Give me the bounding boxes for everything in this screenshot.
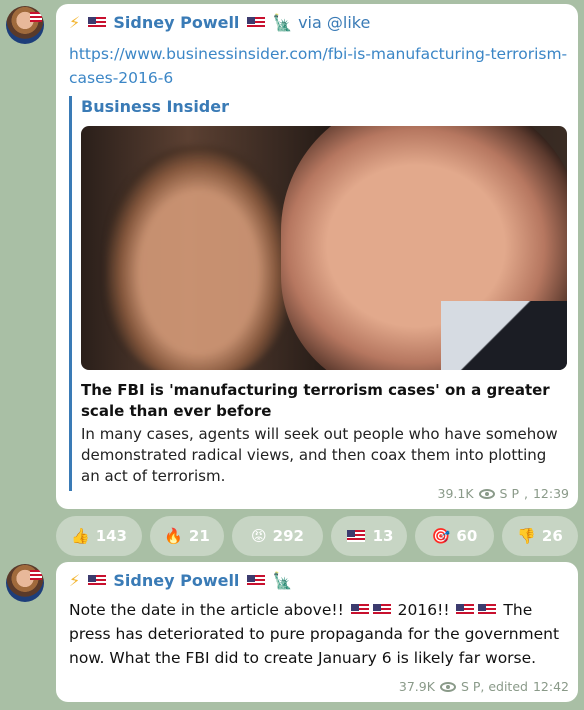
view-count: 39.1K: [437, 486, 474, 501]
preview-image[interactable]: [81, 126, 567, 370]
thumbs-down-icon: 👎: [517, 527, 536, 545]
reaction-target[interactable]: 🎯 60: [415, 516, 494, 556]
message-text-part: 2016!!: [397, 601, 450, 619]
message-meta: 37.9K S P, edited 12:42: [399, 679, 569, 694]
via-bot-link[interactable]: via @like: [298, 13, 370, 32]
message-meta: 39.1K S P, 12:39: [437, 486, 570, 501]
preview-site-name: Business Insider: [81, 97, 229, 116]
reaction-count: 13: [372, 527, 394, 545]
message-bubble: ⚡ Sidney Powell 🗽 via @like https://www.…: [56, 4, 578, 509]
bolt-icon: ⚡: [69, 571, 81, 590]
us-flag-icon: [478, 604, 497, 616]
us-flag-icon: [346, 530, 365, 542]
us-flag-icon: [247, 575, 265, 587]
author-signature: S P: [499, 486, 519, 501]
statue-of-liberty-icon: 🗽: [272, 571, 293, 590]
avatar[interactable]: [6, 6, 44, 44]
us-flag-icon: [87, 575, 106, 587]
reaction-count: 143: [95, 527, 127, 545]
reaction-count: 60: [456, 527, 478, 545]
view-count: 37.9K: [398, 679, 435, 694]
link-preview[interactable]: Business Insider The FBI is 'manufacturi…: [69, 96, 567, 491]
sender-line: ⚡ Sidney Powell 🗽 via @like: [69, 13, 370, 32]
author-signature: S P, edited: [460, 679, 528, 694]
reaction-us-flag[interactable]: 13: [331, 516, 407, 556]
sender-line: ⚡ Sidney Powell 🗽: [69, 571, 293, 590]
preview-description: In many cases, agents will seek out peop…: [81, 425, 558, 485]
reaction-thumbs-up[interactable]: 👍 143: [56, 516, 142, 556]
us-flag-icon: [87, 17, 106, 29]
bolt-icon: ⚡: [69, 13, 81, 32]
eye-icon: [478, 488, 495, 499]
thumbs-up-icon: 👍: [71, 527, 90, 545]
target-icon: 🎯: [431, 527, 451, 545]
message-text: Note the date in the article above!! 201…: [69, 598, 569, 670]
message-time: 12:39: [532, 486, 569, 501]
preview-image-person-left: [106, 146, 291, 370]
us-flag-icon: [247, 17, 265, 29]
sender-name[interactable]: Sidney Powell: [113, 13, 239, 32]
message-time: 12:42: [532, 679, 569, 694]
reaction-angry[interactable]: 😡 292: [232, 516, 323, 556]
reaction-count: 292: [272, 527, 304, 545]
preview-image-shirt: [441, 301, 567, 370]
preview-title: The FBI is 'manufacturing terrorism case…: [81, 381, 550, 420]
message-bubble: ⚡ Sidney Powell 🗽 Note the date in the a…: [56, 562, 578, 702]
reaction-count: 21: [188, 527, 210, 545]
reaction-thumbs-down[interactable]: 👎 26: [502, 516, 578, 556]
reaction-fire[interactable]: 🔥 21: [150, 516, 224, 556]
reactions-bar: 👍 143 🔥 21 😡 292 13 🎯 60 👎 26: [56, 516, 578, 556]
statue-of-liberty-icon: 🗽: [272, 13, 293, 32]
fire-icon: 🔥: [164, 527, 183, 545]
angry-face-icon: 😡: [251, 527, 267, 545]
us-flag-icon: [350, 604, 369, 616]
eye-icon: [439, 681, 456, 692]
avatar[interactable]: [6, 564, 44, 602]
article-link[interactable]: https://www.businessinsider.com/fbi-is-m…: [69, 42, 569, 90]
reaction-count: 26: [541, 527, 563, 545]
sender-name[interactable]: Sidney Powell: [113, 571, 239, 590]
us-flag-icon: [456, 604, 475, 616]
message-text-part: Note the date in the article above!!: [69, 601, 344, 619]
us-flag-icon: [372, 604, 391, 616]
